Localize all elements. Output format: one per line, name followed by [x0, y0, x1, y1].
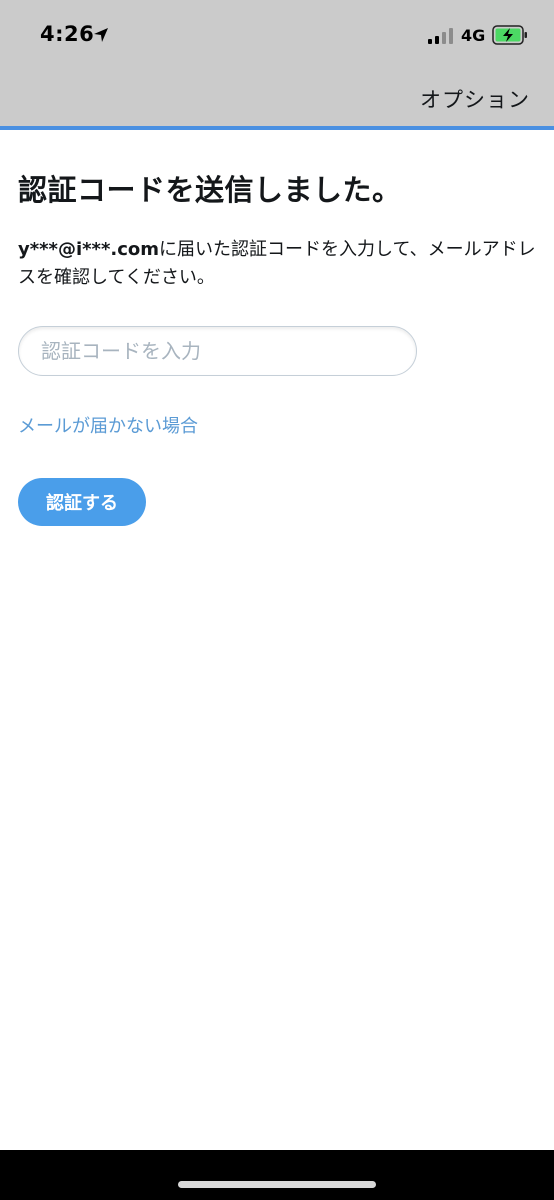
instruction-text: y***@i***.comに届いた認証コードを入力して、メールアドレスを確認して… — [18, 236, 538, 292]
home-indicator[interactable] — [178, 1181, 376, 1188]
verify-button[interactable]: 認証する — [18, 478, 146, 526]
bottom-bar — [0, 1150, 554, 1200]
header-area: 4:26 4G オプション — [0, 0, 554, 126]
verification-code-input[interactable] — [18, 326, 417, 376]
navigation-bar: オプション — [0, 70, 554, 126]
status-time: 4:26 — [40, 22, 95, 46]
email-not-received-link[interactable]: メールが届かない場合 — [18, 412, 538, 438]
battery-charging-icon — [492, 25, 527, 45]
signal-icon — [428, 28, 453, 44]
location-arrow-icon — [94, 28, 108, 42]
options-button[interactable]: オプション — [420, 84, 530, 114]
page-title: 認証コードを送信しました。 — [18, 173, 402, 207]
status-bar: 4:26 4G — [0, 0, 554, 70]
masked-email: y***@i***.com — [18, 239, 160, 260]
network-type: 4G — [461, 26, 486, 45]
main-content: 認証コードを送信しました。 y***@i***.comに届いた認証コードを入力し… — [18, 130, 538, 526]
